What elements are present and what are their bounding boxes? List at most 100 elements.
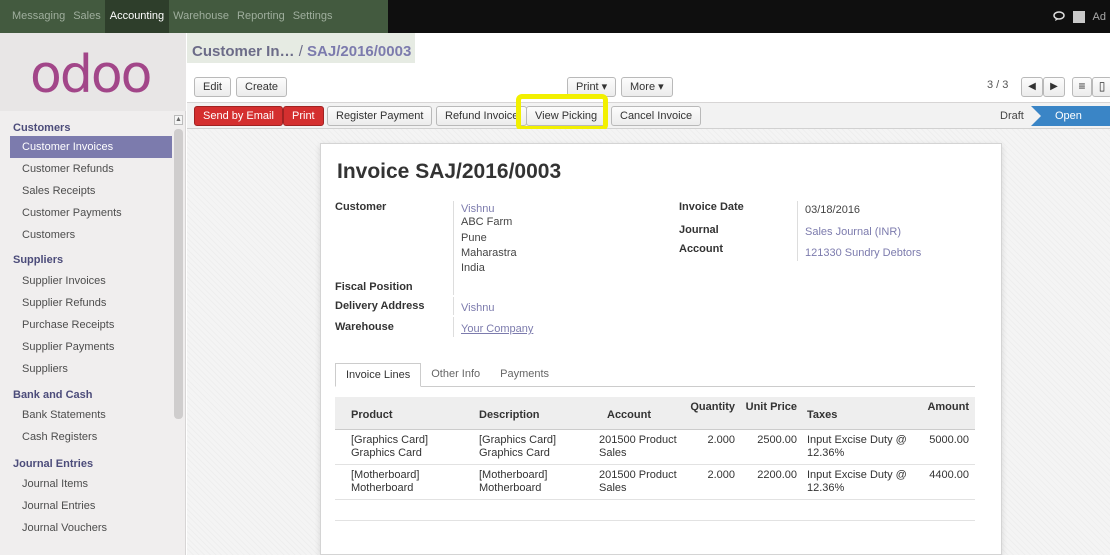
cell-quantity: 2.000 (683, 429, 741, 465)
cell-taxes: Input Excise Duty @ 12.36% (803, 429, 919, 465)
status-draft[interactable]: Draft (990, 106, 1034, 126)
action-bar: Send by Email Print Register Payment Ref… (187, 94, 1110, 131)
pager-value: 3 / 3 (987, 79, 1009, 91)
sidebar-item-customer-payments[interactable]: Customer Payments (0, 202, 172, 224)
sidebar-item-cash-registers[interactable]: Cash Registers (0, 426, 172, 448)
sidebar-item-supplier-payments[interactable]: Supplier Payments (0, 336, 172, 358)
menu-accounting[interactable]: Accounting (104, 0, 170, 33)
sidebar-item-purchase-receipts[interactable]: Purchase Receipts (0, 314, 172, 336)
sidebar-item-customers[interactable]: Customers (0, 224, 172, 246)
column-header-amount[interactable]: Amount (919, 397, 975, 430)
customer-address-line: India (461, 262, 485, 274)
menu-warehouse[interactable]: Warehouse (169, 0, 233, 33)
control-panel: Customer In… / SAJ/2016/0003 Edit Create… (187, 33, 1110, 103)
sidebar-scrollbar[interactable] (174, 129, 183, 419)
tab-payments[interactable]: Payments (490, 363, 559, 387)
menu-reporting[interactable]: Reporting (233, 0, 289, 33)
register-payment-button[interactable]: Register Payment (327, 106, 433, 126)
sidebar-item-supplier-refunds[interactable]: Supplier Refunds (0, 292, 172, 314)
form-view-icon[interactable]: ▯ (1092, 77, 1110, 97)
menu-messaging[interactable]: Messaging (8, 0, 69, 33)
status-open[interactable]: Open (1031, 106, 1110, 126)
tab-other-info[interactable]: Other Info (421, 363, 490, 387)
sidebar-item-supplier-invoices[interactable]: Supplier Invoices (0, 270, 172, 292)
list-view-icon[interactable]: ≡ (1072, 77, 1092, 97)
sidebar-item-bank-statements[interactable]: Bank Statements (0, 404, 172, 426)
invoice-title: Invoice SAJ/2016/0003 (337, 160, 562, 183)
sidebar-item-customer-refunds[interactable]: Customer Refunds (0, 158, 172, 180)
edit-button[interactable]: Edit (194, 77, 231, 97)
chat-icon[interactable] (1052, 10, 1065, 24)
cell-amount: 4400.00 (919, 464, 975, 500)
refund-invoice-button[interactable]: Refund Invoice (436, 106, 528, 126)
sidebar-item-journal-vouchers[interactable]: Journal Vouchers (0, 517, 172, 539)
sidebar-item-journal-items[interactable]: Journal Items (0, 473, 172, 495)
table-header-row: Product Description Account Quantity Uni… (335, 397, 975, 430)
create-button[interactable]: Create (236, 77, 288, 97)
sidebar-collapse-toggle[interactable]: ▲ (174, 115, 183, 125)
cell-account: 201500 Product Sales (591, 464, 683, 500)
sidebar-section-customers[interactable]: Customers (13, 122, 70, 134)
column-header-description[interactable]: Description (463, 397, 591, 430)
pager-previous-icon[interactable]: ◀ (1021, 77, 1043, 97)
field-separator (797, 201, 798, 261)
cell-quantity: 2.000 (683, 464, 741, 500)
column-header-quantity[interactable]: Quantity (683, 397, 741, 430)
more-dropdown[interactable]: More ▾ (621, 77, 673, 97)
menu-settings[interactable]: Settings (289, 0, 337, 33)
table-row[interactable]: [Motherboard] Motherboard [Motherboard] … (335, 464, 975, 500)
customer-address-line: Pune (461, 232, 487, 244)
sidebar-item-journal-entries[interactable]: Journal Entries (0, 495, 172, 517)
customer-label: Customer (335, 201, 387, 213)
top-menu-bar: Messaging Sales Accounting Warehouse Rep… (0, 0, 1110, 33)
sidebar: odoo ▲ Customers Customer Invoices Custo… (0, 33, 186, 555)
sidebar-section-journal-entries[interactable]: Journal Entries (13, 458, 93, 470)
cell-amount: 5000.00 (919, 429, 975, 465)
column-header-unit-price[interactable]: Unit Price (741, 397, 803, 430)
journal-value[interactable]: Sales Journal (INR) (805, 226, 901, 239)
sidebar-section-suppliers[interactable]: Suppliers (13, 254, 63, 266)
field-separator (453, 201, 454, 279)
delivery-address-value[interactable]: Vishnu (461, 302, 494, 315)
sidebar-section-bank-and-cash[interactable]: Bank and Cash (13, 389, 92, 401)
odoo-logo[interactable]: odoo (30, 47, 152, 103)
customer-address-line: Maharastra (461, 247, 517, 259)
customer-address-line: ABC Farm (461, 216, 513, 228)
user-name[interactable]: Ad (1093, 11, 1106, 23)
cell-taxes: Input Excise Duty @ 12.36% (803, 464, 919, 500)
breadcrumb: Customer In… / SAJ/2016/0003 (192, 43, 411, 60)
delivery-address-label: Delivery Address (335, 300, 425, 312)
logo-area: odoo (0, 33, 186, 111)
cell-unit-price: 2200.00 (741, 464, 803, 500)
column-header-taxes[interactable]: Taxes (803, 397, 919, 430)
top-right-controls: Ad (1052, 0, 1110, 33)
notebook-tabs: Invoice Lines Other Info Payments (335, 363, 559, 387)
top-menu: Messaging Sales Accounting Warehouse Rep… (8, 0, 336, 33)
journal-label: Journal (679, 224, 719, 236)
column-header-account[interactable]: Account (591, 397, 683, 430)
table-row[interactable]: [Graphics Card] Graphics Card [Graphics … (335, 429, 975, 465)
invoice-lines-table: Product Description Account Quantity Uni… (335, 397, 975, 500)
send-by-email-button[interactable]: Send by Email (194, 106, 283, 126)
invoice-sheet: Invoice SAJ/2016/0003 Customer Vishnu AB… (320, 143, 1002, 555)
invoice-date-value[interactable]: 03/18/2016 (805, 204, 860, 217)
breadcrumb-parent[interactable]: Customer In… (192, 43, 295, 60)
sidebar-item-suppliers[interactable]: Suppliers (0, 358, 172, 380)
account-label: Account (679, 243, 723, 255)
breadcrumb-current: SAJ/2016/0003 (307, 43, 412, 60)
sidebar-item-customer-invoices[interactable]: Customer Invoices (10, 136, 172, 158)
pager-next-icon[interactable]: ▶ (1043, 77, 1065, 97)
cancel-invoice-button[interactable]: Cancel Invoice (611, 106, 702, 126)
print-button[interactable]: Print (283, 106, 324, 126)
account-value[interactable]: 121330 Sundry Debtors (805, 247, 921, 260)
menu-sales[interactable]: Sales (69, 0, 105, 33)
tab-invoice-lines[interactable]: Invoice Lines (335, 363, 422, 387)
warehouse-value[interactable]: Your Company (461, 323, 533, 336)
form-content: Invoice SAJ/2016/0003 Customer Vishnu AB… (187, 129, 1110, 555)
cell-product: [Motherboard] Motherboard (335, 464, 463, 500)
avatar[interactable] (1072, 10, 1085, 23)
customer-name[interactable]: Vishnu (461, 203, 494, 216)
sidebar-item-sales-receipts[interactable]: Sales Receipts (0, 180, 172, 202)
field-separator (453, 317, 454, 337)
column-header-product[interactable]: Product (335, 397, 463, 430)
